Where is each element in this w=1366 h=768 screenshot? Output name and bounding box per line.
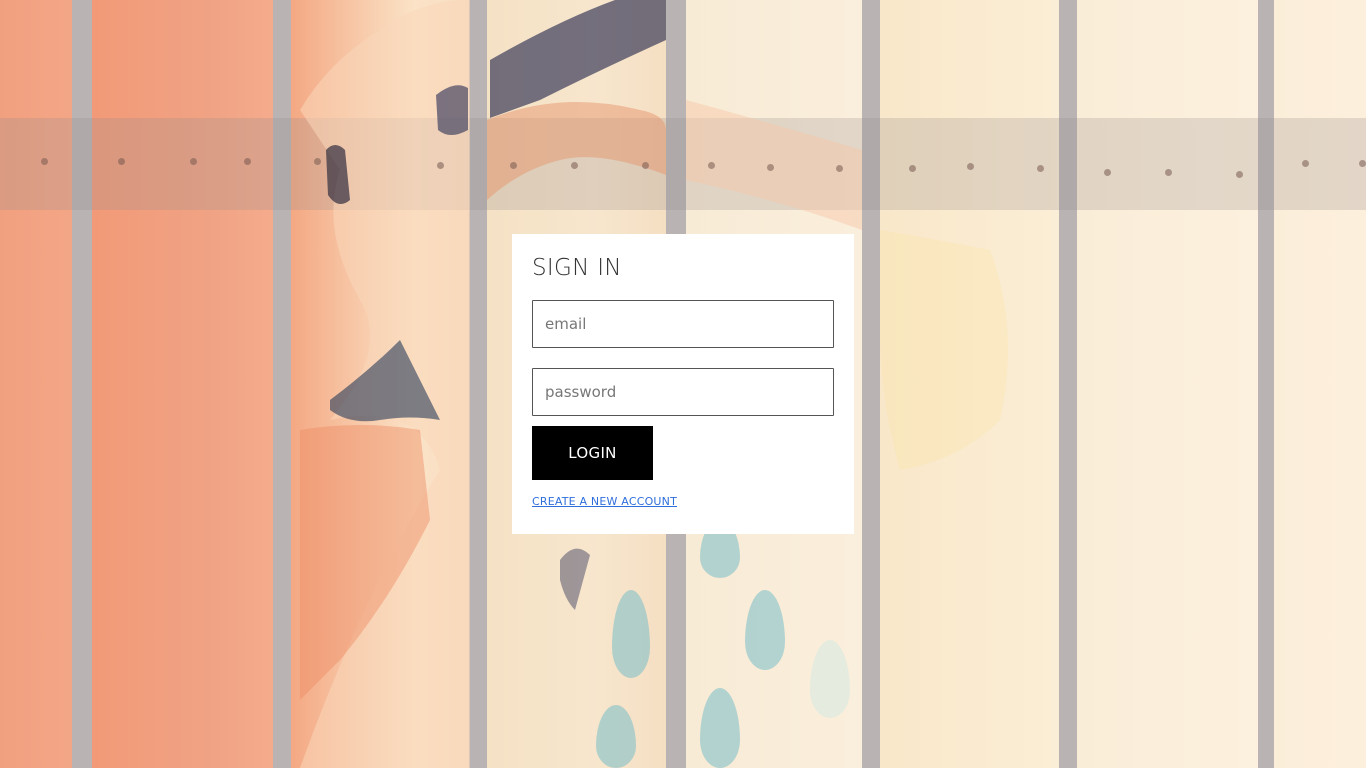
fence-nail: [1302, 160, 1309, 167]
fence-nail: [967, 163, 974, 170]
fence-nail: [314, 158, 321, 165]
email-field[interactable]: [532, 300, 834, 348]
fence-nail: [437, 162, 444, 169]
sign-in-title: SIGN IN: [532, 255, 622, 281]
fence-nail: [510, 162, 517, 169]
fence-nail: [909, 165, 916, 172]
fence-nail: [1236, 171, 1243, 178]
fence-nail: [1359, 160, 1366, 167]
fence-nail: [642, 162, 649, 169]
fence-nail: [571, 162, 578, 169]
fence-nail: [244, 158, 251, 165]
fence-nail: [836, 165, 843, 172]
fence-nail: [1165, 169, 1172, 176]
fence-nail: [767, 164, 774, 171]
sign-in-card: SIGN IN LOGIN CREATE A NEW ACCOUNT: [512, 234, 854, 534]
fence-nail: [1104, 169, 1111, 176]
fence-nail: [708, 162, 715, 169]
fence-nail: [41, 158, 48, 165]
login-button[interactable]: LOGIN: [532, 426, 653, 480]
fence-nail: [118, 158, 125, 165]
password-field[interactable]: [532, 368, 834, 416]
fence-nail: [1037, 165, 1044, 172]
fence-nail: [190, 158, 197, 165]
create-account-link[interactable]: CREATE A NEW ACCOUNT: [532, 495, 677, 508]
